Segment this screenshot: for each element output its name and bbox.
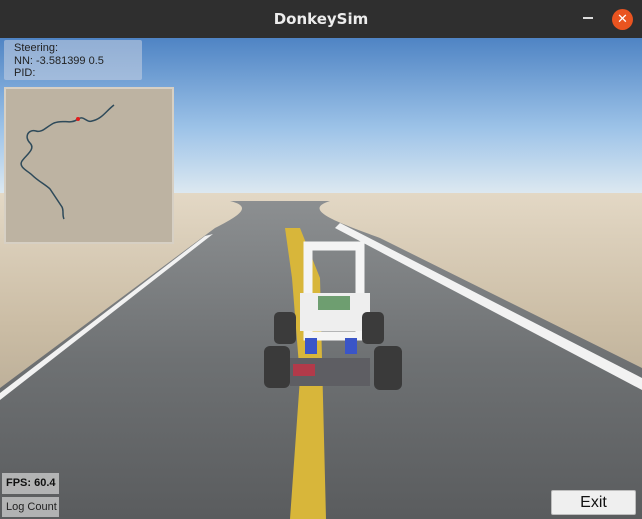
car-position-marker	[76, 117, 80, 121]
simulator-viewport: Steering: NN: -3.581399 0.5 PID: FPS: 60…	[0, 38, 642, 519]
minimize-icon[interactable]	[583, 17, 593, 19]
track-minimap	[4, 87, 174, 244]
pid-label: PID:	[14, 67, 36, 79]
log-count-label[interactable]: Log Count	[2, 497, 59, 517]
fps-counter: FPS: 60.4	[2, 473, 59, 494]
title-bar: DonkeySim ✕	[0, 0, 642, 39]
exit-button[interactable]: Exit	[551, 490, 636, 515]
steering-label: Steering:	[14, 42, 59, 54]
minimap-track-path	[20, 104, 115, 220]
close-icon[interactable]: ✕	[612, 9, 633, 30]
window-title: DonkeySim	[273, 10, 369, 28]
steering-hud: Steering: NN: -3.581399 0.5 PID:	[4, 40, 142, 80]
nn-readout: NN: -3.581399 0.5	[14, 54, 104, 67]
